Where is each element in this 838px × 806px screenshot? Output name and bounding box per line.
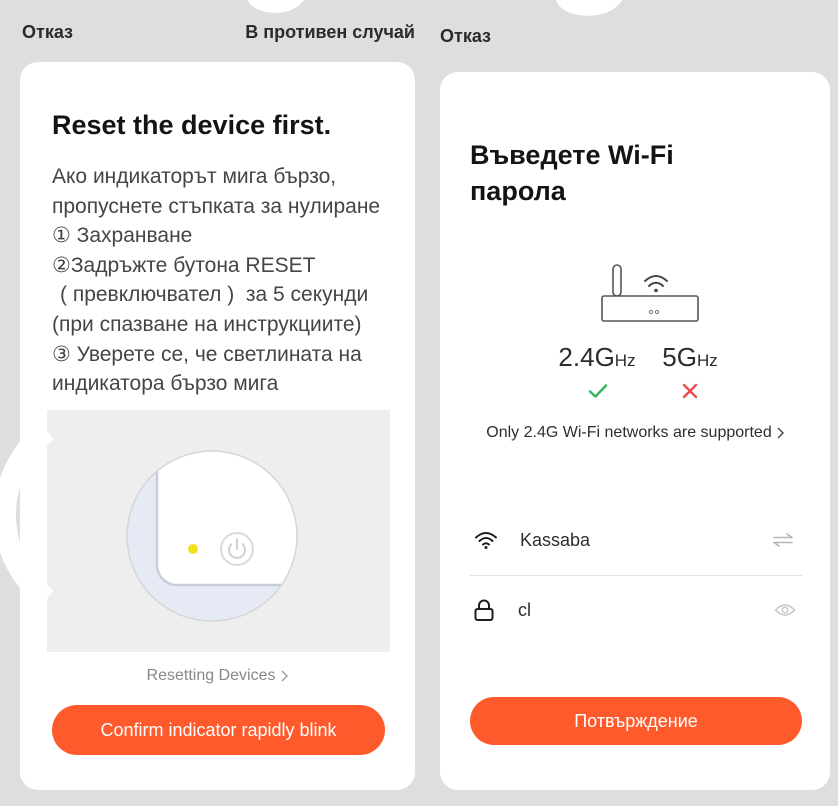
wifi-title-line: парола [470, 176, 566, 206]
indicator-led [188, 544, 198, 554]
instruction-line: Ако индикаторът мига бързо, [52, 165, 337, 188]
instruction-line: ① Захранване [52, 224, 193, 248]
supported-networks-link[interactable]: Only 2.4G Wi-Fi networks are supported [440, 422, 830, 444]
resetting-devices-label: Resetting Devices [146, 667, 276, 684]
wifi-title: Въведете Wi-Fi парола [470, 137, 674, 209]
switch-network-icon[interactable] [772, 533, 794, 547]
otherwise-button[interactable]: В противен случай [245, 22, 415, 42]
device-corner [155, 451, 297, 587]
router-icon [601, 264, 699, 322]
close-icon [682, 383, 698, 399]
power-icon [220, 532, 254, 566]
device-illustration [47, 410, 390, 652]
instruction-line: ③ Уверете се, че светлината на [52, 342, 362, 366]
eye-icon[interactable] [774, 603, 796, 617]
field-divider [470, 575, 802, 576]
cancel-button[interactable]: Отказ [440, 26, 491, 46]
watermark-shape [248, 0, 304, 13]
confirm-password-button[interactable]: Потвърждение [470, 697, 802, 745]
cancel-button[interactable]: Отказ [22, 22, 73, 42]
watermark-shape [556, 0, 622, 16]
chevron-right-icon [281, 670, 289, 682]
chevron-right-icon [777, 427, 784, 439]
band-5ghz-label: 5G [662, 342, 697, 372]
password-field[interactable]: cl [518, 598, 531, 622]
wifi-title-line: Въведете Wi-Fi [470, 140, 674, 170]
instruction-line: пропуснете стъпката за нулиране [52, 194, 381, 218]
instruction-line: ( превключвател ) за 5 секунди [60, 283, 369, 307]
device-illustration-graphic [126, 450, 298, 622]
instruction-line: (при спазване на инструкциите) [52, 312, 362, 336]
confirm-blink-button[interactable]: Confirm indicator rapidly blink [52, 705, 385, 755]
band-24ghz-label: 2.4G [558, 342, 615, 372]
confirm-password-label: Потвърждение [574, 710, 698, 731]
instructions-list: Ако индикаторът мига бързо, пропуснете с… [52, 162, 380, 399]
resetting-devices-link[interactable]: Resetting Devices [20, 665, 415, 687]
instruction-line: ②Задръжте бутона RESET [52, 253, 316, 277]
confirm-blink-label: Confirm indicator rapidly blink [100, 719, 337, 740]
check-icon [588, 384, 608, 398]
reset-card: Reset the device first. Ако индикаторът … [20, 62, 415, 790]
band-24ghz-unit: Hz [614, 351, 636, 370]
wifi-icon [475, 532, 497, 549]
lock-icon [474, 599, 494, 621]
wifi-card: Въведете Wi-Fi парола 2.4G Hz 5G Hz Only 2… [440, 72, 830, 790]
instruction-line: индикатора бързо мига [52, 372, 279, 396]
band-5ghz: 5G Hz [662, 341, 717, 377]
reset-title: Reset the device first. [52, 110, 332, 140]
band-24ghz: 2.4G Hz [558, 341, 635, 377]
wifi-ssid-field[interactable]: Kassaba [520, 528, 590, 552]
supported-networks-label: Only 2.4G Wi-Fi networks are supported [486, 424, 772, 441]
band-5ghz-unit: Hz [696, 351, 718, 370]
